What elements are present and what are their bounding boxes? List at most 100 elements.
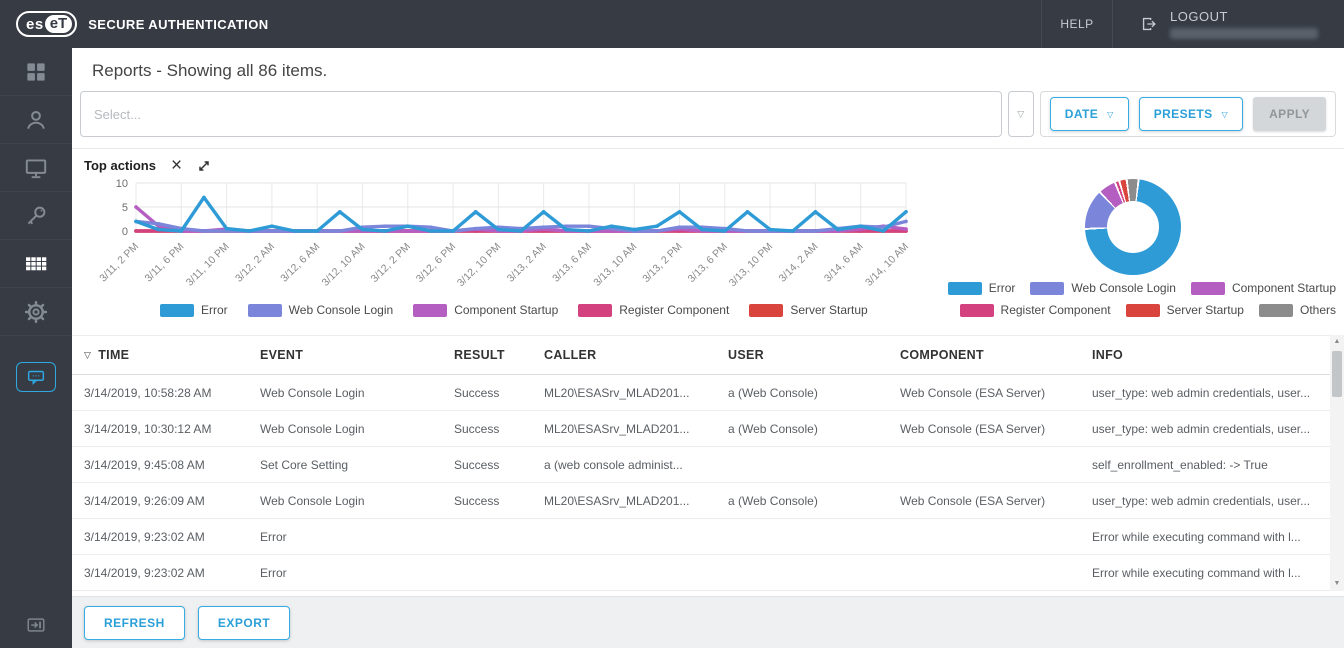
table-row[interactable]: 3/14/2019, 9:23:02 AMErrorError while ex…	[72, 519, 1330, 555]
cell-info: user_type: web admin credentials, user..…	[1080, 422, 1330, 436]
svg-text:3/12, 2 AM: 3/12, 2 AM	[233, 241, 277, 285]
logout-button[interactable]: LOGOUT	[1113, 0, 1344, 48]
feedback-button[interactable]	[16, 362, 56, 392]
top-actions-visuals: 05103/11, 2 PM3/11, 6 PM3/11, 10 PM3/12,…	[72, 175, 1344, 333]
main-content: Reports - Showing all 86 items. Select..…	[72, 48, 1344, 648]
legend-label: Component Startup	[1232, 281, 1336, 295]
date-dropdown-button[interactable]: DATE ▽	[1050, 97, 1129, 131]
svg-text:3/13, 2 PM: 3/13, 2 PM	[640, 241, 684, 285]
column-header-time[interactable]: ▽TIME	[72, 348, 248, 362]
top-actions-donut-chart	[1085, 179, 1181, 275]
chevron-down-icon: ▽	[1017, 109, 1024, 120]
table-body: 3/14/2019, 10:58:28 AMWeb Console Login S…	[72, 375, 1330, 591]
legend-item-error: Error	[948, 281, 1016, 295]
close-panel-icon[interactable]: ×	[171, 159, 182, 173]
cell-event: Web Console Login	[248, 386, 442, 400]
donut-chart-legend: ErrorWeb Console LoginComponent Startup …	[948, 281, 1336, 325]
filter-row: Select... ▽ DATE ▽ PRESETS ▽ APPLY	[80, 91, 1336, 137]
legend-swatch	[578, 304, 612, 317]
cell-time: 3/14/2019, 10:58:28 AM	[72, 386, 248, 400]
events-table: ▽TIMEEVENTRESULTCALLERUSERCOMPONENTINFO …	[72, 335, 1344, 591]
logged-in-user-redacted	[1170, 28, 1318, 39]
svg-text:3/12, 6 PM: 3/12, 6 PM	[414, 241, 458, 285]
help-button[interactable]: HELP	[1041, 0, 1113, 48]
sort-descending-icon[interactable]: ▽	[84, 350, 91, 361]
brand: es eT SECURE AUTHENTICATION	[0, 0, 269, 48]
scroll-up-icon[interactable]: ▲	[1334, 335, 1341, 349]
sidebar-item-reports[interactable]	[0, 240, 72, 288]
cell-caller: ML20\ESASrv_MLAD201...	[532, 422, 716, 436]
refresh-button[interactable]: REFRESH	[84, 606, 185, 640]
cell-user: a (Web Console)	[716, 422, 888, 436]
svg-text:3/11, 6 PM: 3/11, 6 PM	[143, 241, 187, 285]
eset-logo-text-left: es	[26, 16, 44, 33]
legend-item-others: Others	[1259, 303, 1336, 317]
column-header-component[interactable]: COMPONENT	[888, 348, 1080, 362]
cell-caller: ML20\ESASrv_MLAD201...	[532, 386, 716, 400]
sidebar-item-credentials[interactable]	[0, 192, 72, 240]
svg-text:3/13, 2 AM: 3/13, 2 AM	[505, 241, 549, 285]
settings-gear-icon	[23, 299, 49, 325]
report-filter-select[interactable]: Select...	[80, 91, 1002, 137]
cell-event: Error	[248, 530, 442, 544]
scrollbar-thumb[interactable]	[1332, 351, 1342, 397]
filter-actions-group: DATE ▽ PRESETS ▽ APPLY	[1040, 91, 1336, 137]
cell-info: Error while executing command with l...	[1080, 566, 1330, 580]
svg-text:3/14, 6 AM: 3/14, 6 AM	[822, 241, 866, 285]
cell-time: 3/14/2019, 9:23:02 AM	[72, 566, 248, 580]
legend-label: Server Startup	[1167, 303, 1244, 317]
cell-time: 3/14/2019, 9:23:02 AM	[72, 530, 248, 544]
cell-result: Success	[442, 494, 532, 508]
cell-component: Web Console (ESA Server)	[888, 386, 1080, 400]
donut-hole	[1107, 201, 1159, 253]
svg-text:3/13, 10 AM: 3/13, 10 AM	[591, 241, 639, 289]
legend-item-web-console-login: Web Console Login	[1030, 281, 1176, 295]
scroll-down-icon[interactable]: ▼	[1334, 577, 1341, 591]
table-scrollbar[interactable]: ▲ ▼	[1330, 335, 1344, 591]
collapse-sidebar-icon	[24, 614, 48, 636]
sidebar-item-users[interactable]	[0, 96, 72, 144]
legend-swatch	[948, 282, 982, 295]
legend-label: Error	[989, 281, 1016, 295]
export-button[interactable]: EXPORT	[198, 606, 290, 640]
table-row[interactable]: 3/14/2019, 10:58:28 AMWeb Console LoginS…	[72, 375, 1330, 411]
table-row[interactable]: 3/14/2019, 10:30:12 AMWeb Console LoginS…	[72, 411, 1330, 447]
eset-logo-text-right: eT	[45, 15, 73, 33]
cell-time: 3/14/2019, 9:26:09 AM	[72, 494, 248, 508]
column-header-event[interactable]: EVENT	[248, 348, 442, 362]
legend-label: Component Startup	[454, 303, 558, 317]
cell-time: 3/14/2019, 9:45:08 AM	[72, 458, 248, 472]
apply-button[interactable]: APPLY	[1253, 97, 1326, 131]
table-row[interactable]: 3/14/2019, 9:45:08 AMSet Core SettingSuc…	[72, 447, 1330, 483]
logout-icon	[1139, 14, 1159, 34]
legend-label: Web Console Login	[289, 303, 394, 317]
sidebar-item-computers[interactable]	[0, 144, 72, 192]
legend-label: Register Component	[619, 303, 729, 317]
column-header-result[interactable]: RESULT	[442, 348, 532, 362]
legend-swatch	[1126, 304, 1160, 317]
column-header-caller[interactable]: CALLER	[532, 348, 716, 362]
legend-label: Register Component	[1001, 303, 1111, 317]
svg-text:3/12, 6 AM: 3/12, 6 AM	[278, 241, 322, 285]
sidebar-item-settings[interactable]	[0, 288, 72, 336]
top-actions-panel-header: Top actions ×	[72, 149, 1344, 175]
cell-event: Set Core Setting	[248, 458, 442, 472]
expand-panel-icon[interactable]	[197, 159, 211, 173]
sidebar-item-dashboard[interactable]	[0, 48, 72, 96]
svg-text:3/13, 6 PM: 3/13, 6 PM	[686, 241, 730, 285]
product-name: SECURE AUTHENTICATION	[88, 17, 268, 32]
table-row[interactable]: 3/14/2019, 9:26:09 AMWeb Console LoginSu…	[72, 483, 1330, 519]
legend-item-web-console-login: Web Console Login	[248, 303, 394, 317]
dashboard-icon	[23, 59, 49, 85]
presets-dropdown-button[interactable]: PRESETS ▽	[1139, 97, 1243, 131]
collapse-sidebar-button[interactable]	[24, 614, 48, 636]
donut-legend-row-2: Register Component Server Startup Others	[948, 303, 1336, 317]
cell-info: user_type: web admin credentials, user..…	[1080, 386, 1330, 400]
table-row[interactable]: 3/14/2019, 9:23:02 AMErrorError while ex…	[72, 555, 1330, 591]
legend-swatch	[1030, 282, 1064, 295]
cell-result: Success	[442, 422, 532, 436]
column-header-info[interactable]: INFO	[1080, 348, 1330, 362]
cell-caller: a (web console administ...	[532, 458, 716, 472]
select-dropdown-button[interactable]: ▽	[1008, 91, 1034, 137]
column-header-user[interactable]: USER	[716, 348, 888, 362]
